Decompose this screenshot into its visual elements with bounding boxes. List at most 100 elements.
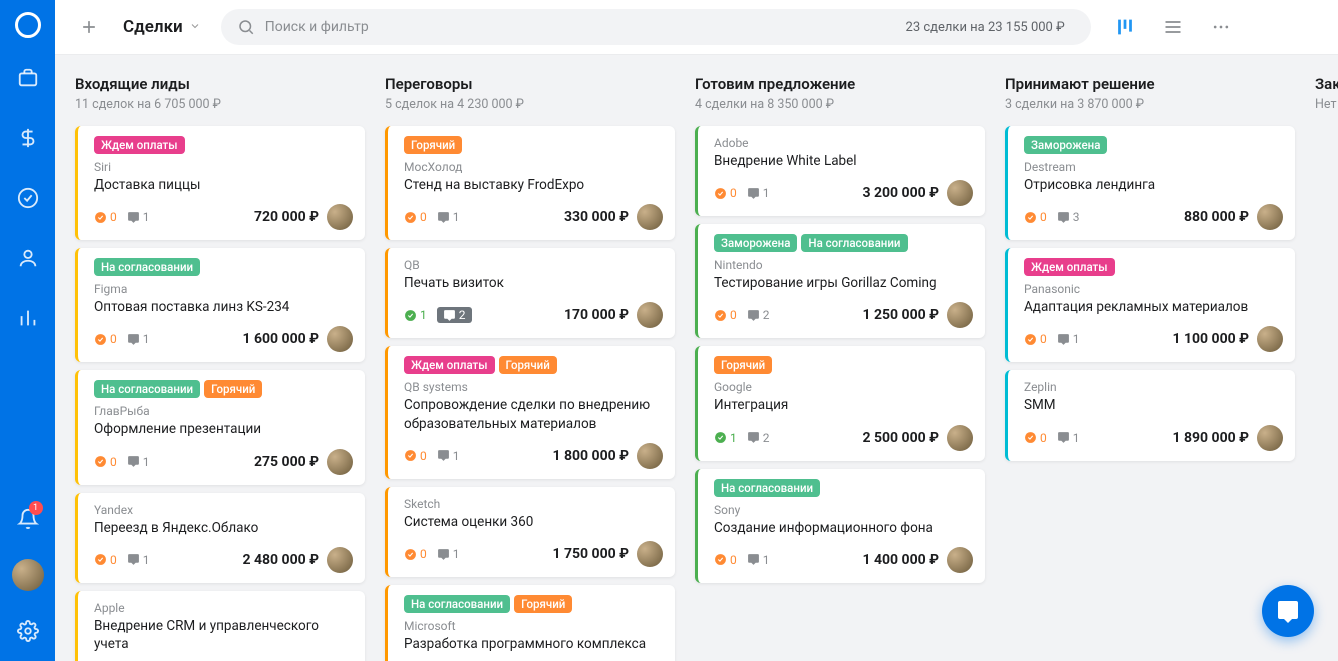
column-title: Закл [1315,75,1338,93]
column-subtitle: 5 сделок на 4 230 000 ₽ [385,97,675,112]
more-button[interactable] [1207,13,1235,41]
deal-card[interactable]: Ждем оплаты Panasonic Адаптация рекламных … [1005,248,1295,362]
assignee-avatar [947,547,973,573]
deal-company: ГлавРыба [94,404,353,418]
column-title: Принимают решение [1005,75,1295,93]
comment-count: 1 [1057,332,1080,346]
assignee-avatar [637,541,663,567]
deal-card[interactable]: На согласованииSonyСоздание информационн… [695,469,985,583]
deal-company: Microsoft [404,619,663,633]
deal-price: 1 250 000 ₽ [862,307,939,323]
deal-tag: Ждем оплаты [1024,258,1115,276]
deal-company: Adobe [714,136,973,150]
deal-card[interactable]: AppleВнедрение CRM и управленческого уче… [75,591,365,661]
deal-card[interactable]: QBПечать визиток 1 2 170 000 ₽ [385,248,675,338]
column-title: Переговоры [385,75,675,93]
deal-card[interactable]: На согласованииFigmaОптовая поставка лин… [75,248,365,362]
deal-card[interactable]: ГорячийМосХолодСтенд на выставку FrodExp… [385,126,675,240]
chat-button[interactable] [1262,585,1314,637]
check-count: 0 [1024,431,1047,445]
deal-price: 1 600 000 ₽ [242,331,319,347]
comment-count: 1 [747,186,770,200]
comment-count: 2 [747,308,770,322]
column-title: Готовим предложение [695,75,985,93]
assignee-avatar [327,204,353,230]
app-logo[interactable] [15,12,41,38]
comment-count: 1 [437,547,460,561]
comment-count: 1 [1057,431,1080,445]
add-button[interactable] [75,13,103,41]
deal-company: Zeplin [1024,380,1283,394]
kanban-view-button[interactable] [1111,13,1139,41]
deal-title: Система оценки 360 [404,513,663,531]
deal-card[interactable]: ZeplinSMM 0 1 1 890 000 ₽ [1005,370,1295,460]
deal-price: 2 480 000 ₽ [242,552,319,568]
page-title-dropdown[interactable]: Сделки [123,17,201,37]
deal-company: QB systems [404,380,663,394]
kanban-column: Закл Нет с [1315,75,1338,661]
check-count: 0 [1024,210,1047,224]
deal-tag: На согласовании [94,258,200,276]
comment-count: 1 [747,553,770,567]
nav-briefcase[interactable] [8,58,48,98]
deal-title: Переезд в Яндекс.Облако [94,519,353,537]
nav-bell[interactable]: 1 [8,499,48,539]
check-count: 0 [404,449,427,463]
nav-settings[interactable] [8,611,48,651]
assignee-avatar [637,204,663,230]
deal-tag: На согласовании [801,234,907,252]
deal-price: 720 000 ₽ [254,209,319,225]
sidebar-avatar[interactable] [12,559,44,591]
deal-tag: Горячий [714,356,772,374]
deal-card[interactable]: Ждем оплатыГорячийQB systemsСопровождени… [385,346,675,478]
deal-card[interactable]: AdobeВнедрение White Label 0 1 3 200 000… [695,126,985,216]
deal-company: Nintendo [714,258,973,272]
comment-count: 1 [437,210,460,224]
deal-title: SMM [1024,396,1283,414]
deal-card[interactable]: Ждем оплатыSiriДоставка пиццы 0 1 720 00… [75,126,365,240]
deal-tag: Заморожена [1024,136,1107,154]
deal-title: Разработка программного комплекса [404,635,663,653]
deal-tag: Горячий [514,595,572,613]
deal-title: Стенд на выставку FrodExpo [404,176,663,194]
deal-title: Оформление презентации [94,420,353,438]
deal-tag: Горячий [499,356,557,374]
nav-money[interactable] [8,118,48,158]
search-input[interactable]: Поиск и фильтр 23 сделки на 23 155 000 ₽ [221,9,1091,45]
deal-card[interactable]: ГорячийGoogleИнтеграция 1 2 2 500 000 ₽ [695,346,985,460]
kanban-board: Входящие лиды 11 сделок на 6 705 000 ₽Жд… [55,55,1338,661]
nav-user[interactable] [8,238,48,278]
assignee-avatar [947,302,973,328]
deal-card[interactable]: На согласованииГорячийMicrosoftРазработк… [385,585,675,661]
deal-card[interactable]: ЗамороженаDestreamОтрисовка лендинга 0 3… [1005,126,1295,240]
kanban-column: Принимают решение 3 сделки на 3 870 000 … [1005,75,1295,661]
assignee-avatar [947,425,973,451]
deal-tag: Горячий [204,380,262,398]
deal-price: 275 000 ₽ [254,454,319,470]
deal-company: Sketch [404,497,663,511]
deal-company: Panasonic [1024,282,1283,296]
assignee-avatar [947,180,973,206]
deal-card[interactable]: На согласованииГорячийГлавРыбаОформление… [75,370,365,484]
deal-price: 2 500 000 ₽ [862,430,939,446]
check-count: 0 [94,210,117,224]
comment-count: 1 [127,455,150,469]
list-view-button[interactable] [1159,13,1187,41]
deal-price: 170 000 ₽ [564,307,629,323]
nav-check[interactable] [8,178,48,218]
nav-stats[interactable] [8,298,48,338]
deal-card[interactable]: SketchСистема оценки 360 0 1 1 750 000 ₽ [385,487,675,577]
deal-company: Destream [1024,160,1283,174]
check-count: 0 [404,210,427,224]
check-count: 0 [1024,332,1047,346]
deal-card[interactable]: ЗамороженаНа согласованииNintendoТестиро… [695,224,985,338]
deal-card[interactable]: YandexПереезд в Яндекс.Облако 0 1 2 480 … [75,493,365,583]
check-count: 1 [404,308,427,322]
header: Сделки Поиск и фильтр 23 сделки на 23 15… [55,0,1338,55]
comment-count: 2 [747,431,770,445]
kanban-column: Входящие лиды 11 сделок на 6 705 000 ₽Жд… [75,75,365,661]
deal-title: Отрисовка лендинга [1024,176,1283,194]
column-subtitle: 11 сделок на 6 705 000 ₽ [75,97,365,112]
chevron-down-icon [189,17,201,37]
deal-title: Адаптация рекламных материалов [1024,298,1283,316]
